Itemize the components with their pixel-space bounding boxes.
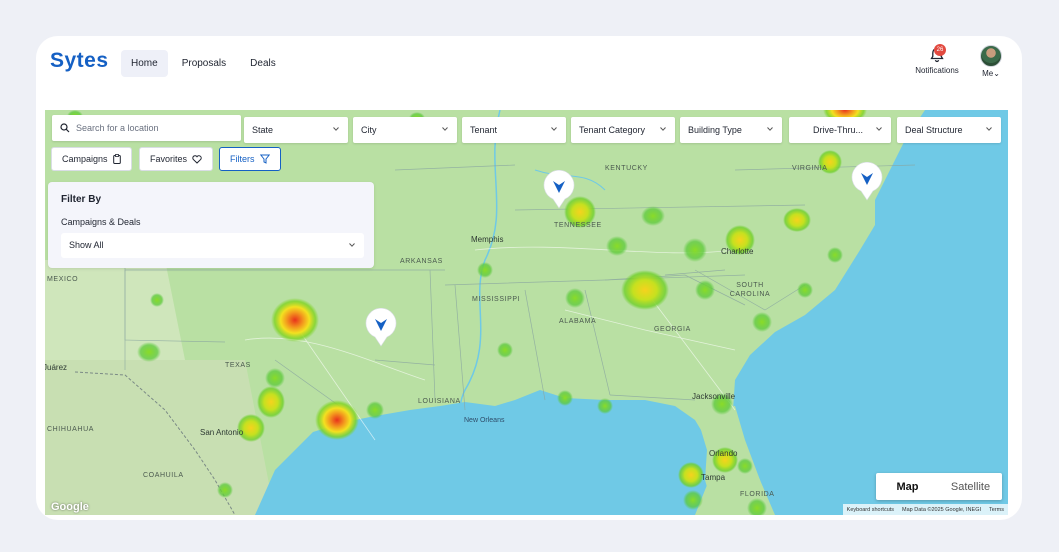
state-label-arkansas: ARKANSAS (400, 258, 443, 265)
map-view-button[interactable]: Map (876, 473, 939, 500)
building-type-dropdown[interactable]: Building Type (680, 117, 782, 143)
chevron-down-icon: ⌄ (993, 69, 1000, 78)
chevron-down-icon (551, 127, 557, 131)
chevron-down-icon (333, 127, 339, 131)
tenant-dropdown-label: Tenant (470, 125, 498, 135)
search-placeholder: Search for a location (76, 123, 159, 133)
chevron-down-icon (767, 127, 773, 131)
app-window: Sytes Home Proposals Deals 26 Notificati… (36, 36, 1022, 520)
campaigns-deals-label: Campaigns & Deals (61, 217, 141, 227)
drive-thru-dropdown-label: Drive-Thru... (813, 125, 864, 135)
city-label-juarez: Juárez (45, 363, 68, 372)
region-label-coahuila: COAHUILA (143, 472, 184, 479)
city-label-new-orleans: New Orleans (464, 417, 505, 424)
heart-icon (192, 154, 202, 164)
building-type-dropdown-label: Building Type (688, 125, 742, 135)
state-label-tennessee: TENNESSEE (554, 222, 602, 229)
nav-home[interactable]: Home (121, 50, 168, 77)
notification-count-badge: 26 (934, 44, 946, 56)
notifications-label: Notifications (915, 66, 959, 75)
state-label-louisiana: LOUISIANA (418, 398, 461, 405)
map-pin-marker[interactable] (542, 170, 576, 210)
state-label-kentucky: KENTUCKY (605, 165, 648, 172)
deal-structure-dropdown[interactable]: Deal Structure (897, 117, 1001, 143)
tenant-category-dropdown-label: Tenant Category (579, 125, 646, 135)
filter-funnel-icon (259, 154, 270, 164)
city-dropdown[interactable]: City (353, 117, 457, 143)
region-label-chihuahua: CHIHUAHUA (47, 426, 95, 433)
state-label-georgia: GEORGIA (654, 326, 691, 333)
map-attribution: Keyboard shortcuts Map Data ©2025 Google… (842, 504, 1008, 515)
state-label-texas: TEXAS (225, 362, 251, 369)
user-menu-label: Me (982, 69, 994, 78)
favorites-button[interactable]: Favorites (139, 147, 214, 171)
search-icon (60, 123, 70, 133)
nav-deals[interactable]: Deals (240, 50, 286, 77)
campaigns-button[interactable]: Campaigns (51, 147, 132, 171)
filters-label: Filters (230, 154, 255, 164)
deal-structure-dropdown-label: Deal Structure (905, 125, 963, 135)
map-pin-marker[interactable] (850, 162, 884, 202)
region-label-mexico: MEXICO (47, 276, 79, 283)
city-label-orlando: Orlando (709, 449, 738, 458)
notifications-button[interactable]: 26 Notifications (906, 44, 968, 75)
favorites-label: Favorites (150, 154, 188, 164)
filter-panel-title: Filter By (61, 194, 102, 205)
filters-button[interactable]: Filters (219, 147, 281, 171)
clipboard-icon (112, 154, 121, 164)
city-label-san-antonio: San Antonio (200, 428, 244, 437)
location-search-input[interactable]: Search for a location (52, 115, 241, 141)
chevron-down-icon (876, 127, 882, 131)
map-canvas[interactable]: KENTUCKY VIRGINIA TENNESSEE ARKANSAS MIS… (45, 110, 1008, 515)
chevron-down-icon (442, 127, 448, 131)
city-dropdown-label: City (361, 125, 377, 135)
city-label-memphis: Memphis (471, 235, 504, 244)
city-label-tampa: Tampa (701, 473, 726, 482)
main-nav: Home Proposals Deals (121, 50, 286, 77)
tenant-dropdown[interactable]: Tenant (462, 117, 566, 143)
tenant-category-dropdown[interactable]: Tenant Category (571, 117, 675, 143)
filter-panel: Filter By Campaigns & Deals Show All (48, 182, 374, 268)
map-data-credit: Map Data ©2025 Google, INEGI (902, 506, 982, 513)
user-menu[interactable]: Me⌄ (976, 45, 1006, 78)
avatar (980, 45, 1002, 67)
chevron-down-icon (349, 243, 355, 247)
city-label-charlotte: Charlotte (721, 247, 754, 256)
drive-thru-dropdown[interactable]: Drive-Thru... (789, 117, 891, 143)
keyboard-shortcuts-link[interactable]: Keyboard shortcuts (847, 507, 894, 513)
state-label-alabama: ALABAMA (559, 318, 597, 325)
state-label-mississippi: MISSISSIPPI (472, 296, 521, 303)
satellite-view-button[interactable]: Satellite (939, 473, 1002, 500)
state-dropdown-label: State (252, 125, 274, 135)
state-label-south-carolina: SOUTH CAROLINA (729, 282, 771, 298)
campaigns-deals-value: Show All (69, 240, 104, 250)
state-dropdown[interactable]: State (244, 117, 348, 143)
map-type-control: Map Satellite (876, 473, 1002, 500)
google-logo: Google (51, 501, 89, 513)
nav-proposals[interactable]: Proposals (172, 50, 236, 77)
state-label-florida: FLORIDA (740, 491, 775, 498)
sytes-logo[interactable]: Sytes (50, 49, 109, 73)
chevron-down-icon (986, 127, 992, 131)
map-pin-marker[interactable] (364, 308, 398, 348)
campaigns-label: Campaigns (62, 154, 108, 164)
campaigns-deals-select[interactable]: Show All (61, 233, 364, 258)
city-label-jacksonville: Jacksonville (692, 392, 736, 401)
terms-link[interactable]: Terms (989, 507, 1004, 513)
top-navigation-bar: Sytes Home Proposals Deals 26 Notificati… (36, 36, 1022, 92)
chevron-down-icon (660, 127, 666, 131)
state-label-virginia: VIRGINIA (792, 165, 828, 172)
